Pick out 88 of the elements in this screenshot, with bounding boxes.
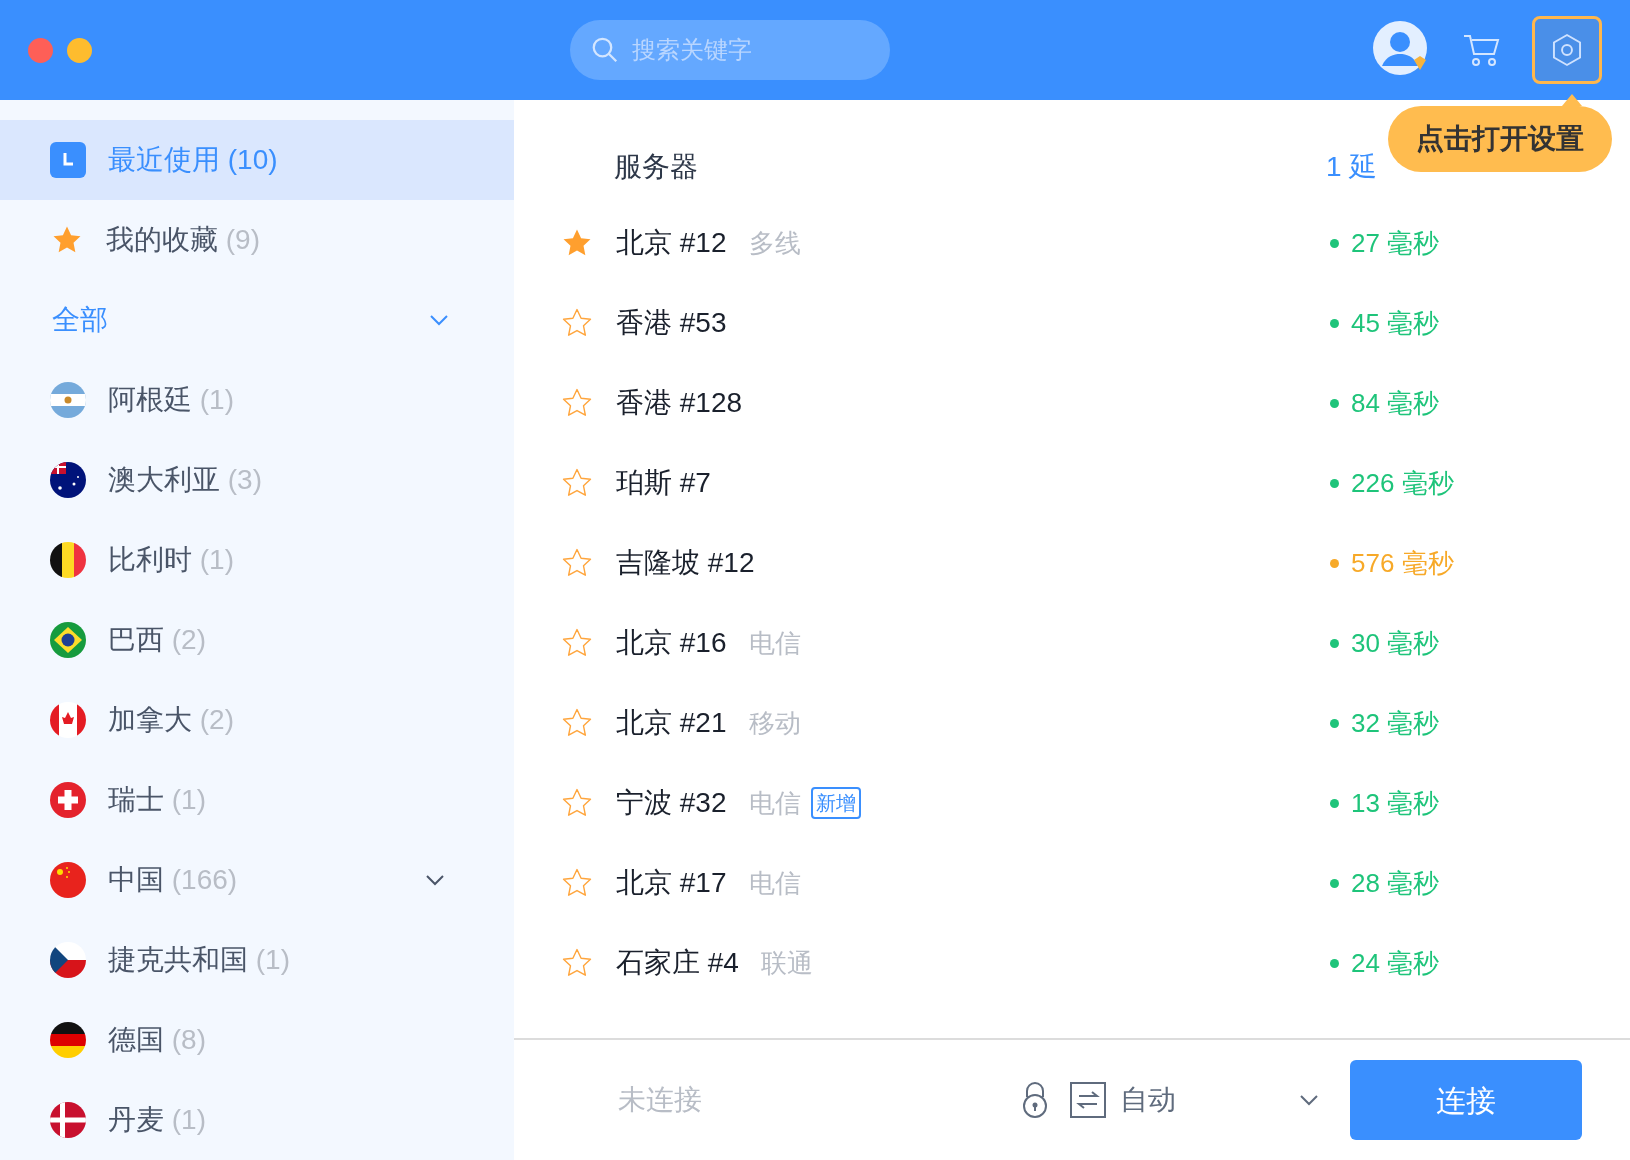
flag-icon — [50, 462, 86, 498]
line-type: 多线 — [748, 226, 801, 260]
server-name: 香港 #53 — [616, 306, 727, 340]
country-label: 德国 (8) — [108, 1023, 206, 1057]
line-type: 移动 — [748, 706, 801, 740]
line-type: 电信 — [748, 626, 801, 660]
country-item[interactable]: 比利时 (1) — [0, 520, 514, 600]
country-item[interactable]: 中国 (166) — [0, 840, 514, 920]
swap-icon — [1070, 1082, 1106, 1118]
close-button[interactable] — [28, 37, 53, 63]
server-row[interactable]: 北京 #12 多线 27 毫秒 — [514, 203, 1630, 283]
server-row[interactable]: 宁波 #32 电信 新增 13 毫秒 — [514, 763, 1630, 843]
server-name: 吉隆坡 #12 — [616, 546, 755, 580]
server-row[interactable]: 香港 #53 45 毫秒 — [514, 283, 1630, 363]
server-row[interactable]: 北京 #16 电信 30 毫秒 — [514, 603, 1630, 683]
server-name: 香港 #128 — [616, 386, 743, 420]
country-label: 丹麦 (1) — [108, 1103, 206, 1137]
chevron-down-icon[interactable] — [424, 873, 446, 887]
all-label: 全部 — [52, 303, 108, 337]
country-label: 澳大利亚 (3) — [108, 463, 262, 497]
country-item[interactable]: 捷克共和国 (1) — [0, 920, 514, 1000]
latency: 226 毫秒 — [1351, 466, 1454, 500]
country-label: 巴西 (2) — [108, 623, 206, 657]
settings-button[interactable] — [1532, 16, 1602, 84]
country-label: 加拿大 (2) — [108, 703, 234, 737]
clock-icon — [50, 142, 86, 178]
flag-icon — [50, 1102, 86, 1138]
flag-icon — [50, 782, 86, 818]
country-item[interactable]: 加拿大 (2) — [0, 680, 514, 760]
line-type: 电信 — [748, 866, 801, 900]
country-label: 比利时 (1) — [108, 543, 234, 577]
server-row[interactable]: 吉隆坡 #12 576 毫秒 — [514, 523, 1630, 603]
server-name: 宁波 #32 — [616, 786, 727, 820]
search-field[interactable]: 搜索关键字 — [632, 32, 862, 68]
flag-icon — [50, 542, 86, 578]
country-label: 瑞士 (1) — [108, 783, 206, 817]
latency: 27 毫秒 — [1351, 226, 1440, 260]
line-type: 电信 — [748, 786, 801, 820]
latency: 30 毫秒 — [1351, 626, 1440, 660]
server-row[interactable]: 石家庄 #4 联通 24 毫秒 — [514, 923, 1630, 1003]
protocol-select[interactable]: 自动 — [1070, 1079, 1320, 1121]
item-label: 最近使用 (10) — [108, 143, 278, 177]
country-item[interactable]: 阿根廷 (1) — [0, 360, 514, 440]
country-label: 阿根廷 (1) — [108, 383, 234, 417]
flag-icon — [50, 622, 86, 658]
flag-icon — [50, 942, 86, 978]
latency: 45 毫秒 — [1351, 306, 1440, 340]
server-name: 北京 #12 — [616, 226, 727, 260]
cart-icon[interactable] — [1462, 32, 1502, 68]
country-label: 中国 (166) — [108, 863, 238, 897]
server-row[interactable]: 北京 #17 电信 28 毫秒 — [514, 843, 1630, 923]
line-type: 联通 — [760, 946, 813, 980]
tooltip: 点击打开设置 — [1388, 106, 1612, 172]
item-label: 我的收藏 (9) — [106, 223, 260, 257]
country-item[interactable]: 德国 (8) — [0, 1000, 514, 1080]
server-row[interactable]: 北京 #21 移动 32 毫秒 — [514, 683, 1630, 763]
server-name: 珀斯 #7 — [616, 466, 711, 500]
column-header: 服务器 — [614, 149, 699, 184]
server-row[interactable]: 香港 #128 84 毫秒 — [514, 363, 1630, 443]
minimize-button[interactable] — [67, 37, 92, 63]
country-item[interactable]: 瑞士 (1) — [0, 760, 514, 840]
server-name: 北京 #17 — [616, 866, 727, 900]
lock-icon[interactable] — [1020, 1081, 1050, 1119]
new-badge: 新增 — [810, 787, 861, 819]
sidebar-item[interactable]: 我的收藏 (9) — [0, 200, 514, 280]
country-item[interactable]: 巴西 (2) — [0, 600, 514, 680]
server-name: 北京 #21 — [616, 706, 727, 740]
country-item[interactable]: 澳大利亚 (3) — [0, 440, 514, 520]
server-name: 石家庄 #4 — [616, 946, 739, 980]
latency: 576 毫秒 — [1351, 546, 1454, 580]
chevron-down-icon[interactable] — [1298, 1093, 1320, 1107]
server-row[interactable]: 珀斯 #7 226 毫秒 — [514, 443, 1630, 523]
latency: 32 毫秒 — [1351, 706, 1440, 740]
chevron-down-icon[interactable] — [428, 313, 450, 327]
connection-status: 未连接 — [618, 1083, 702, 1117]
flag-icon — [50, 862, 86, 898]
flag-icon — [50, 702, 86, 738]
search-bar[interactable]: 搜索关键字 — [570, 20, 890, 80]
search-icon — [590, 35, 620, 65]
flag-icon — [50, 1022, 86, 1058]
latency: 84 毫秒 — [1351, 386, 1440, 420]
server-name: 北京 #16 — [616, 626, 727, 660]
latency: 28 毫秒 — [1351, 866, 1440, 900]
country-item[interactable]: 丹麦 (1) — [0, 1080, 514, 1160]
flag-icon — [50, 382, 86, 418]
country-label: 捷克共和国 (1) — [108, 943, 290, 977]
latency: 24 毫秒 — [1351, 946, 1440, 980]
latency: 13 毫秒 — [1351, 786, 1440, 820]
